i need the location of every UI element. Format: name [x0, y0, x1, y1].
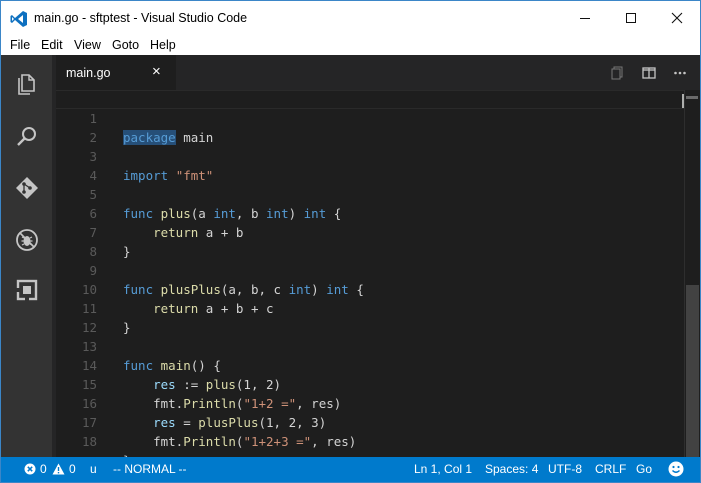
code-line: 10 return a + b + c [56, 261, 684, 316]
close-icon [671, 12, 683, 24]
editor-scrollbar[interactable] [684, 90, 699, 457]
debug-icon [16, 229, 38, 251]
code-line: 16 res = plusPlus(1, 2, 3) [56, 375, 684, 430]
code-text: fmt.Println("1+2+3 =", res) [123, 434, 357, 449]
open-changes-icon [611, 66, 623, 80]
error-icon [24, 463, 36, 475]
code-line: 2 [56, 109, 684, 145]
menu-file[interactable]: File [10, 38, 30, 52]
menu-help[interactable]: Help [150, 38, 176, 52]
maximize-icon [626, 13, 636, 23]
minimize-button[interactable] [562, 1, 608, 35]
code-line: 14 res := plus(1, 2) [56, 337, 684, 392]
code-line: 8 [56, 223, 684, 259]
code-line: 13 func main() { [56, 318, 684, 373]
menu-view[interactable]: View [74, 38, 101, 52]
code-line: 7 } [56, 204, 684, 259]
indentation[interactable]: Spaces: 4 [485, 462, 538, 476]
menu-bar: File Edit View Goto Help [1, 35, 700, 55]
tab-main-go[interactable]: main.go × [56, 55, 176, 90]
code-line: 17 fmt.Println("1+2+3 =", res) [56, 394, 684, 449]
vscode-logo-icon [10, 11, 27, 27]
encoding[interactable]: UTF-8 [548, 462, 582, 476]
code-line: 15 fmt.Println("1+2 =", res) [56, 356, 684, 411]
extensions-button[interactable] [14, 277, 40, 303]
code-line: 1 package main [56, 90, 684, 145]
explorer-button[interactable] [14, 71, 40, 97]
tab-label: main.go [66, 66, 111, 80]
feedback-smiley-icon[interactable] [668, 461, 684, 477]
scrollbar-thumb[interactable] [686, 285, 699, 457]
line-number: 18 [81, 434, 97, 449]
vscode-window: main.go - sftptest - Visual Studio Code … [0, 0, 701, 483]
code-line: 11 } [56, 280, 684, 335]
open-changes-button[interactable] [607, 63, 627, 83]
code-line: 4 [56, 147, 684, 183]
tab-bar: main.go × [56, 55, 700, 90]
explorer-icon [18, 74, 35, 95]
cursor-marker [686, 96, 698, 99]
git-icon [16, 177, 38, 199]
code-line: 18 } [56, 413, 684, 468]
close-window-button[interactable] [654, 1, 700, 35]
code-line: 6 return a + b [56, 185, 684, 240]
line-ending[interactable]: CRLF [595, 462, 626, 476]
language-mode[interactable]: Go [636, 462, 652, 476]
window-title: main.go - sftptest - Visual Studio Code [34, 11, 248, 25]
debug-button[interactable] [14, 227, 40, 253]
search-button[interactable] [14, 123, 40, 149]
error-count[interactable]: 0 [40, 462, 47, 476]
title-bar: main.go - sftptest - Visual Studio Code [1, 1, 700, 35]
warning-count[interactable]: 0 [69, 462, 76, 476]
status-u: u [90, 462, 97, 476]
search-icon [17, 127, 36, 146]
code-line: 12 [56, 299, 684, 335]
git-button[interactable] [14, 175, 40, 201]
menu-goto[interactable]: Goto [112, 38, 139, 52]
cursor-position[interactable]: Ln 1, Col 1 [414, 462, 472, 476]
code-line: 3 import "fmt" [56, 128, 684, 183]
more-icon [674, 71, 686, 75]
status-bar: 0 0 u -- NORMAL -- Ln 1, Col 1 Spaces: 4… [1, 457, 700, 482]
warning-icon [52, 463, 65, 475]
tab-close-icon[interactable]: × [152, 63, 161, 80]
code-line: 5 func plus(a int, b int) int { [56, 166, 684, 221]
vim-mode: -- NORMAL -- [113, 462, 187, 476]
split-editor-button[interactable] [639, 63, 659, 83]
menu-edit[interactable]: Edit [41, 38, 63, 52]
code-editor[interactable]: 1 package main 2 3 import "fmt" 4 5 func… [56, 90, 684, 468]
maximize-button[interactable] [608, 1, 654, 35]
code-line: 9 func plusPlus(a, b, c int) int { [56, 242, 684, 297]
minimize-icon [580, 18, 590, 19]
activity-bar [1, 55, 52, 457]
more-actions-button[interactable] [670, 63, 690, 83]
split-editor-icon [642, 67, 656, 79]
extensions-icon [16, 279, 38, 301]
